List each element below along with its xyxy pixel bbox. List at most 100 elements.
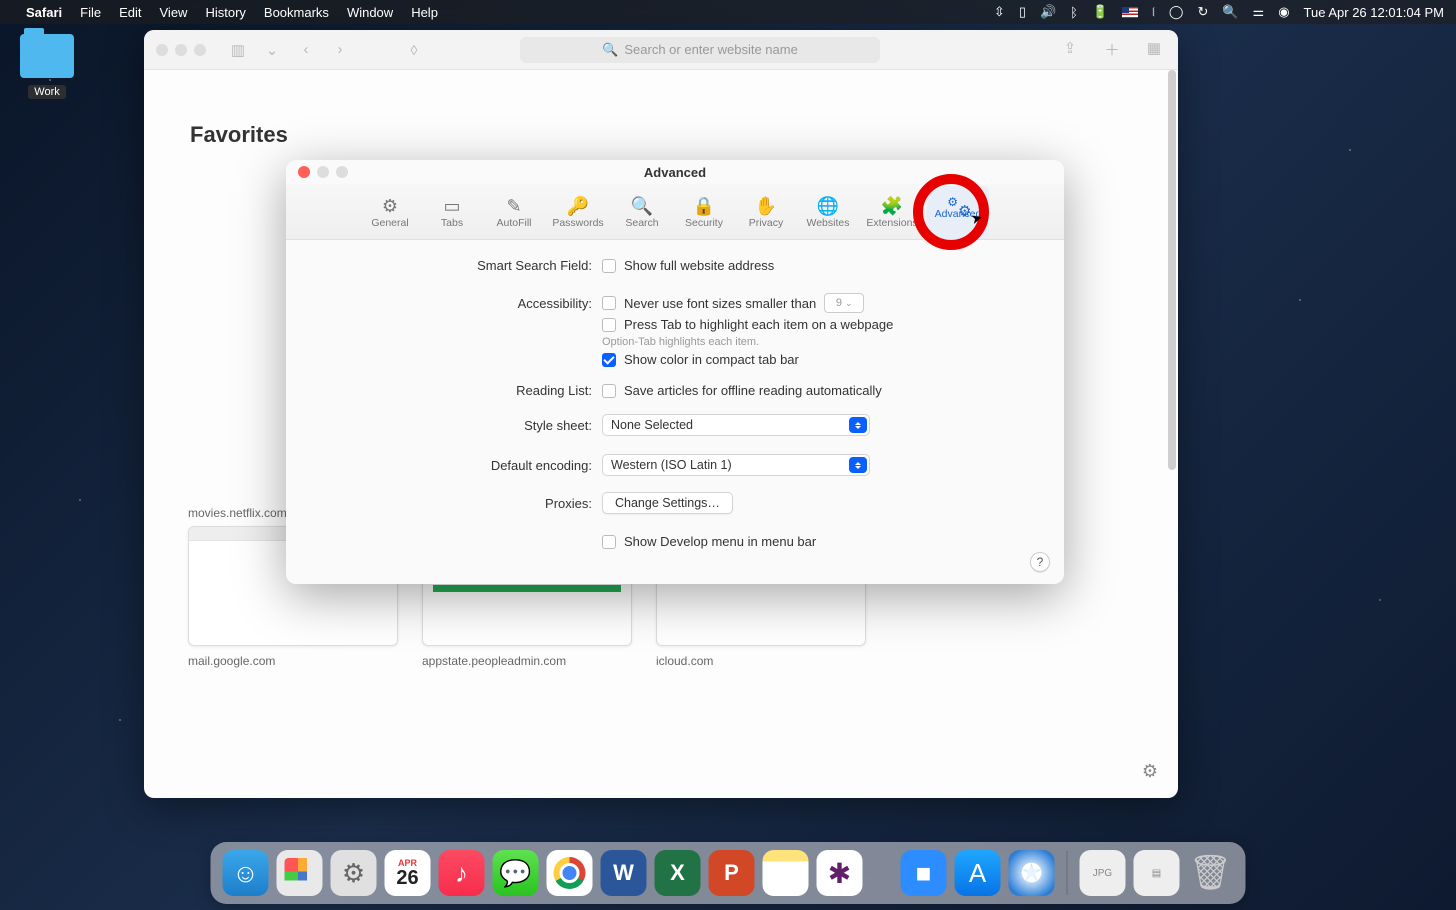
option-press-tab: Press Tab to highlight each item on a we… (624, 317, 893, 332)
tab-search[interactable]: 🔍Search (613, 186, 671, 239)
checkbox-save-offline[interactable] (602, 384, 616, 398)
label-accessibility: Accessibility: (322, 296, 602, 311)
tab-general[interactable]: ⚙General (361, 186, 419, 239)
siri-icon[interactable]: ◉ (1278, 4, 1289, 20)
checkbox-show-full-address[interactable] (602, 259, 616, 273)
dock-messages[interactable]: 💬 (493, 850, 539, 896)
favorites-heading: Favorites (190, 122, 1138, 148)
dropbox-icon[interactable]: ⇳ (994, 4, 1005, 20)
user-icon[interactable]: ◯ (1169, 4, 1184, 20)
dock-slack[interactable] (817, 850, 863, 896)
option-min-font: Never use font sizes smaller than (624, 296, 816, 311)
url-bar[interactable]: 🔍 Search or enter website name (520, 37, 880, 63)
tab-websites[interactable]: 🌐Websites (799, 186, 857, 239)
font-size-stepper[interactable]: 9 (824, 293, 864, 313)
menu-help[interactable]: Help (411, 5, 438, 20)
dock-recent-doc[interactable]: ▤ (1134, 850, 1180, 896)
help-button[interactable]: ? (1030, 552, 1050, 572)
tab-autofill[interactable]: ✎AutoFill (485, 186, 543, 239)
minimize-icon[interactable] (317, 166, 329, 178)
menubar-clock[interactable]: Tue Apr 26 12:01:04 PM (1304, 5, 1444, 20)
dock-zoom[interactable]: ■ (901, 850, 947, 896)
favorite-label: mail.google.com (188, 654, 398, 668)
globe-icon: 🌐 (817, 197, 839, 215)
dock-finder[interactable]: ☺ (223, 850, 269, 896)
sidebar-toggle-icon[interactable]: ▥ (226, 41, 250, 59)
search-icon: 🔍 (602, 42, 618, 58)
spotlight-icon[interactable]: 🔍 (1222, 4, 1238, 20)
cursor-icon: ➤ (969, 209, 985, 228)
search-icon: 🔍 (631, 197, 653, 215)
privacy-shield-icon[interactable]: ◊ (402, 42, 426, 58)
puzzle-icon: 🧩 (881, 197, 903, 215)
encoding-select[interactable]: Western (ISO Latin 1) (602, 454, 870, 476)
volume-icon[interactable]: 🔊 (1040, 4, 1056, 20)
control-center-icon[interactable]: ⚌ (1253, 4, 1265, 20)
checkbox-press-tab[interactable] (602, 318, 616, 332)
device-icon[interactable]: ▯ (1019, 4, 1026, 20)
desktop-folder-work[interactable]: Work (12, 34, 82, 100)
dock-notes[interactable] (763, 850, 809, 896)
proxies-button[interactable]: Change Settings… (602, 492, 733, 514)
checkbox-develop-menu[interactable] (602, 535, 616, 549)
label-reading-list: Reading List: (322, 383, 602, 398)
menu-bookmarks[interactable]: Bookmarks (264, 5, 329, 20)
safari-traffic-lights[interactable] (156, 44, 206, 56)
input-flag[interactable] (1122, 7, 1138, 18)
tab-passwords[interactable]: 🔑Passwords (547, 186, 609, 239)
back-icon[interactable]: ‹ (294, 41, 318, 58)
share-icon[interactable]: ⇪ (1058, 39, 1082, 60)
label-smart-search: Smart Search Field: (322, 258, 602, 273)
chevron-down-icon[interactable]: ⌄ (260, 41, 284, 59)
wifi-icon[interactable]: ⧙ (1152, 4, 1155, 20)
dock-powerpoint[interactable]: P (709, 850, 755, 896)
label-default-encoding: Default encoding: (322, 458, 602, 473)
dock-calendar[interactable]: APR 26 (385, 850, 431, 896)
dock-word[interactable]: W (601, 850, 647, 896)
menu-edit[interactable]: Edit (119, 5, 141, 20)
dock-chrome[interactable] (547, 850, 593, 896)
menu-file[interactable]: File (80, 5, 101, 20)
pen-icon: ✎ (506, 197, 521, 215)
favorite-label: icloud.com (656, 654, 866, 668)
dock-system-settings[interactable]: ⚙ (331, 850, 377, 896)
lock-icon: 🔒 (693, 197, 715, 215)
menu-window[interactable]: Window (347, 5, 393, 20)
dock-launchpad[interactable] (277, 850, 323, 896)
dock-safari[interactable]: ✪ (1009, 850, 1055, 896)
checkbox-show-color[interactable] (602, 353, 616, 367)
new-tab-icon[interactable]: ＋ (1100, 39, 1124, 60)
dock-trash[interactable]: 🗑 (1188, 850, 1234, 896)
dock-appstore[interactable]: A (955, 850, 1001, 896)
tab-extensions[interactable]: 🧩Extensions (861, 186, 923, 239)
menu-view[interactable]: View (160, 5, 188, 20)
style-sheet-select[interactable]: None Selected (602, 414, 870, 436)
timemachine-icon[interactable]: ↻ (1197, 4, 1208, 20)
tabs-icon: ▭ (443, 197, 460, 215)
dock-excel[interactable]: X (655, 850, 701, 896)
checkbox-min-font[interactable] (602, 296, 616, 310)
label-style-sheet: Style sheet: (322, 418, 602, 433)
prefs-titlebar: Advanced (286, 160, 1064, 184)
battery-icon[interactable]: 🔋 (1092, 4, 1108, 20)
key-icon: 🔑 (567, 197, 589, 215)
favorites-settings-icon[interactable]: ⚙ (1142, 761, 1158, 782)
tabs-overview-icon[interactable]: ▦ (1142, 39, 1166, 60)
app-name[interactable]: Safari (26, 5, 62, 20)
tab-tabs[interactable]: ▭Tabs (423, 186, 481, 239)
label-proxies: Proxies: (322, 496, 602, 511)
tab-advanced[interactable]: Advanced ➤ (927, 186, 989, 239)
tab-security[interactable]: 🔒Security (675, 186, 733, 239)
zoom-icon[interactable] (336, 166, 348, 178)
dock-music[interactable]: ♪ (439, 850, 485, 896)
close-icon[interactable] (298, 166, 310, 178)
menubar: Safari File Edit View History Bookmarks … (0, 0, 1456, 24)
tab-privacy[interactable]: ✋Privacy (737, 186, 795, 239)
menu-history[interactable]: History (205, 5, 245, 20)
bluetooth-icon[interactable]: ᛒ (1070, 5, 1078, 20)
dock-recent-doc[interactable]: JPG (1080, 850, 1126, 896)
prefs-traffic-lights[interactable] (298, 166, 348, 178)
prefs-body: Smart Search Field: Show full website ad… (286, 240, 1064, 573)
dock-separator (1067, 851, 1068, 895)
forward-icon[interactable]: › (328, 41, 352, 58)
